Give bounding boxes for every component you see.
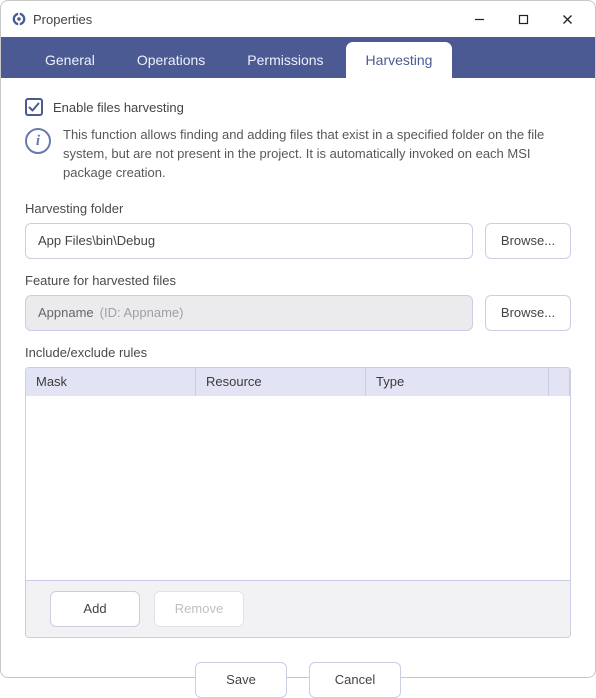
rules-label: Include/exclude rules <box>25 345 571 360</box>
info-text: This function allows finding and adding … <box>63 126 571 183</box>
tab-bar: General Operations Permissions Harvestin… <box>1 37 595 78</box>
dialog-footer: Save Cancel <box>25 638 571 698</box>
check-icon <box>28 101 40 113</box>
minimize-button[interactable] <box>457 4 501 34</box>
tab-permissions[interactable]: Permissions <box>227 42 343 78</box>
close-button[interactable] <box>545 4 589 34</box>
feature-id-hint: (ID: Appname) <box>100 305 184 320</box>
feature-name: Appname <box>38 305 94 320</box>
rules-table-body[interactable] <box>26 396 570 581</box>
tab-general[interactable]: General <box>25 42 115 78</box>
maximize-button[interactable] <box>501 4 545 34</box>
enable-harvesting-checkbox[interactable] <box>25 98 43 116</box>
add-rule-button[interactable]: Add <box>50 591 140 627</box>
info-icon: i <box>25 128 51 154</box>
browse-feature-button[interactable]: Browse... <box>485 295 571 331</box>
remove-rule-button: Remove <box>154 591 244 627</box>
rules-table-actions: Add Remove <box>26 581 570 637</box>
save-button[interactable]: Save <box>195 662 287 698</box>
tab-operations[interactable]: Operations <box>117 42 225 78</box>
tab-harvesting[interactable]: Harvesting <box>346 42 453 78</box>
feature-display: Appname (ID: Appname) <box>25 295 473 331</box>
column-resource[interactable]: Resource <box>196 368 366 396</box>
rules-table: Mask Resource Type Add Remove <box>25 367 571 638</box>
title-bar: Properties <box>1 1 595 37</box>
column-mask[interactable]: Mask <box>26 368 196 396</box>
column-type[interactable]: Type <box>366 368 549 396</box>
feature-label: Feature for harvested files <box>25 273 571 288</box>
enable-harvesting-label: Enable files harvesting <box>53 100 184 115</box>
window-title: Properties <box>33 12 92 27</box>
browse-folder-button[interactable]: Browse... <box>485 223 571 259</box>
harvesting-folder-input[interactable] <box>25 223 473 259</box>
app-icon <box>11 11 27 27</box>
rules-table-header: Mask Resource Type <box>26 368 570 396</box>
harvesting-folder-label: Harvesting folder <box>25 201 571 216</box>
cancel-button[interactable]: Cancel <box>309 662 401 698</box>
column-end-spacer <box>549 368 570 396</box>
content-area: Enable files harvesting i This function … <box>1 78 595 698</box>
